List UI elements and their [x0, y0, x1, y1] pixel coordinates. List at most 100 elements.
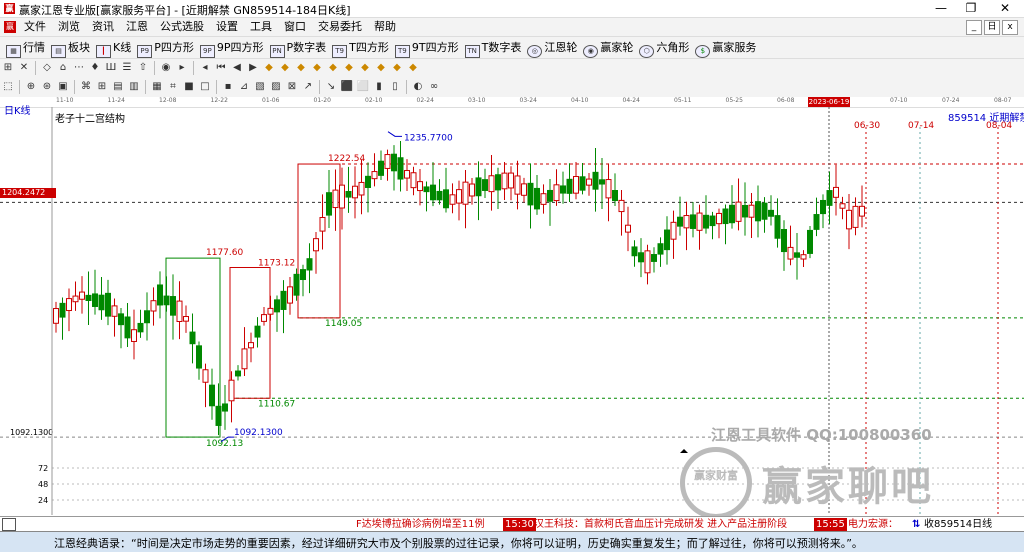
chart-tool-1-icon[interactable]: ⬚	[1, 80, 15, 94]
chart-tool-25-icon[interactable]: ∞	[427, 80, 441, 94]
toolbar-blocks-button[interactable]: ▤ 板块	[51, 37, 90, 58]
menu-gann[interactable]: 江恩	[120, 18, 154, 36]
y-axis-label: 1092.1300	[10, 428, 53, 437]
chart-tool-3-icon[interactable]: ⊛	[40, 80, 54, 94]
drawing-tool-1-icon[interactable]: ⊞	[1, 61, 15, 75]
chart-tool-10-icon[interactable]: ⌗	[166, 80, 180, 94]
child-minimize-button[interactable]: _	[966, 20, 982, 35]
toolbar-hexagon-button[interactable]: ⬡ 六角形	[639, 37, 689, 58]
news-ticker-3[interactable]: 电力宏源：	[848, 518, 898, 531]
menu-help[interactable]: 帮助	[368, 18, 402, 36]
chart-tool-12-icon[interactable]: □	[198, 80, 212, 94]
candle-body	[436, 190, 443, 201]
watermark-contact: 江恩工具软件 QQ:100800360	[711, 426, 932, 444]
chart-tool-13-icon[interactable]: ▪	[221, 80, 235, 94]
toolbar-service-button[interactable]: $ 赢家服务	[695, 37, 756, 58]
menu-browse[interactable]: 浏览	[52, 18, 86, 36]
period-label[interactable]: 日K线	[4, 102, 31, 117]
chart-tool-16-icon[interactable]: ▨	[269, 80, 283, 94]
menu-window[interactable]: 窗口	[278, 18, 312, 36]
drawing-tool-14-icon[interactable]: ◀	[230, 61, 244, 75]
drawing-tool-19-icon[interactable]: ◆	[310, 61, 324, 75]
candle-body	[131, 329, 137, 342]
candle-body	[196, 345, 202, 369]
candle-body	[228, 379, 235, 402]
toolbar-p-table-button[interactable]: PN P数字表	[269, 37, 326, 58]
news-ticker-1[interactable]: F达埃博拉确诊病例增至11例	[356, 518, 484, 531]
chart-tool-7-icon[interactable]: ▤	[111, 80, 125, 94]
maximize-button[interactable]: ❐	[956, 0, 986, 17]
toolbar-p-square-button[interactable]: P9 P四方形	[137, 37, 194, 58]
drawing-tool-22-icon[interactable]: ◆	[358, 61, 372, 75]
chart-tool-14-icon[interactable]: ⊿	[237, 80, 251, 94]
drawing-tool-24-icon[interactable]: ◆	[390, 61, 404, 75]
blocks-icon: ▤	[51, 45, 66, 58]
toolbar-quotes-button[interactable]: ▦ 行情	[6, 37, 45, 58]
toolbar-t-square-button[interactable]: T9 T四方形	[332, 37, 389, 58]
drawing-tool-5-icon[interactable]: ⋯	[72, 61, 86, 75]
drawing-tool-4-icon[interactable]: ⌂	[56, 61, 70, 75]
menu-trade[interactable]: 交易委托	[312, 18, 368, 36]
menu-formula[interactable]: 公式选股	[154, 18, 210, 36]
drawing-tool-18-icon[interactable]: ◆	[294, 61, 308, 75]
menu-info[interactable]: 资讯	[86, 18, 120, 36]
menu-file[interactable]: 文件	[18, 18, 52, 36]
drawing-tool-13-icon[interactable]: ⏮	[214, 61, 228, 75]
chart-tool-18-icon[interactable]: ↗	[301, 80, 315, 94]
candle-body	[241, 348, 248, 370]
toolbar-gann-wheel-button[interactable]: ◎ 江恩轮	[527, 37, 577, 58]
close-button[interactable]: ✕	[990, 0, 1020, 17]
chart-tool-15-icon[interactable]: ▧	[253, 80, 267, 94]
child-close-button[interactable]: x	[1002, 20, 1018, 35]
drawing-tool-2-icon[interactable]: ✕	[17, 61, 31, 75]
menu-tools[interactable]: 工具	[244, 18, 278, 36]
drawing-tool-6-icon[interactable]: ♦	[88, 61, 102, 75]
chart-separator	[74, 80, 75, 94]
drawing-tool-10-icon[interactable]: ◉	[159, 61, 173, 75]
drawing-tool-8-icon[interactable]: ☰	[120, 61, 134, 75]
toolbar-winner-wheel-button[interactable]: ◉ 赢家轮	[583, 37, 633, 58]
candle-body	[748, 204, 755, 218]
chart-tool-17-icon[interactable]: ⊠	[285, 80, 299, 94]
chart-tool-23-icon[interactable]: ▯	[388, 80, 402, 94]
chart-tool-8-icon[interactable]: ▥	[127, 80, 141, 94]
toolbar-kline-button[interactable]: ┃ K线	[96, 37, 131, 58]
chart-tool-20-icon[interactable]: ⬛	[340, 80, 354, 94]
drawing-tool-15-icon[interactable]: ▶	[246, 61, 260, 75]
drawing-tool-23-icon[interactable]: ◆	[374, 61, 388, 75]
menu-settings[interactable]: 设置	[210, 18, 244, 36]
drawing-tool-25-icon[interactable]: ◆	[406, 61, 420, 75]
chart-tool-5-icon[interactable]: ⌘	[79, 80, 93, 94]
minimize-button[interactable]: —	[926, 0, 956, 17]
drawing-tool-7-icon[interactable]: Ш	[104, 61, 118, 75]
drawing-tool-20-icon[interactable]: ◆	[326, 61, 340, 75]
toolbar-t-table-button[interactable]: TN T数字表	[464, 37, 521, 58]
chart-tool-11-icon[interactable]: ■	[182, 80, 196, 94]
chart-tool-22-icon[interactable]: ▮	[372, 80, 386, 94]
drawing-tool-3-icon[interactable]: ◇	[40, 61, 54, 75]
toolbar-9p-square-button[interactable]: 9P 9P四方形	[199, 37, 264, 58]
chart-tool-19-icon[interactable]: ↘	[324, 80, 338, 94]
status-grid-icon[interactable]	[2, 518, 16, 531]
drawing-tool-21-icon[interactable]: ◆	[342, 61, 356, 75]
toolbar-9t-square-button[interactable]: T9 9T四方形	[394, 37, 459, 58]
child-restore-button[interactable]: 日	[984, 20, 1000, 35]
news-time-1: 15:30	[503, 518, 536, 531]
candle-body	[313, 238, 319, 252]
news-ticker-2[interactable]: 汉王科技：首款柯氏音血压计完成研发 进入产品注册阶段	[534, 518, 787, 531]
candle-body	[683, 215, 690, 229]
chart-tool-21-icon[interactable]: ⬜	[356, 80, 370, 94]
chart-tool-6-icon[interactable]: ⊞	[95, 80, 109, 94]
chart-tool-24-icon[interactable]: ◐	[411, 80, 425, 94]
date-tick: 12-22	[210, 97, 228, 104]
chart-tool-9-icon[interactable]: ▦	[150, 80, 164, 94]
drawing-tool-12-icon[interactable]: ◂	[198, 61, 212, 75]
drawing-tool-11-icon[interactable]: ▸	[175, 61, 189, 75]
structure-box-red-1	[229, 266, 271, 399]
sort-icon[interactable]: ⇅	[912, 518, 920, 531]
drawing-tool-16-icon[interactable]: ◆	[262, 61, 276, 75]
drawing-tool-9-icon[interactable]: ⇧	[136, 61, 150, 75]
chart-tool-2-icon[interactable]: ⊕	[24, 80, 38, 94]
chart-tool-4-icon[interactable]: ▣	[56, 80, 70, 94]
drawing-tool-17-icon[interactable]: ◆	[278, 61, 292, 75]
